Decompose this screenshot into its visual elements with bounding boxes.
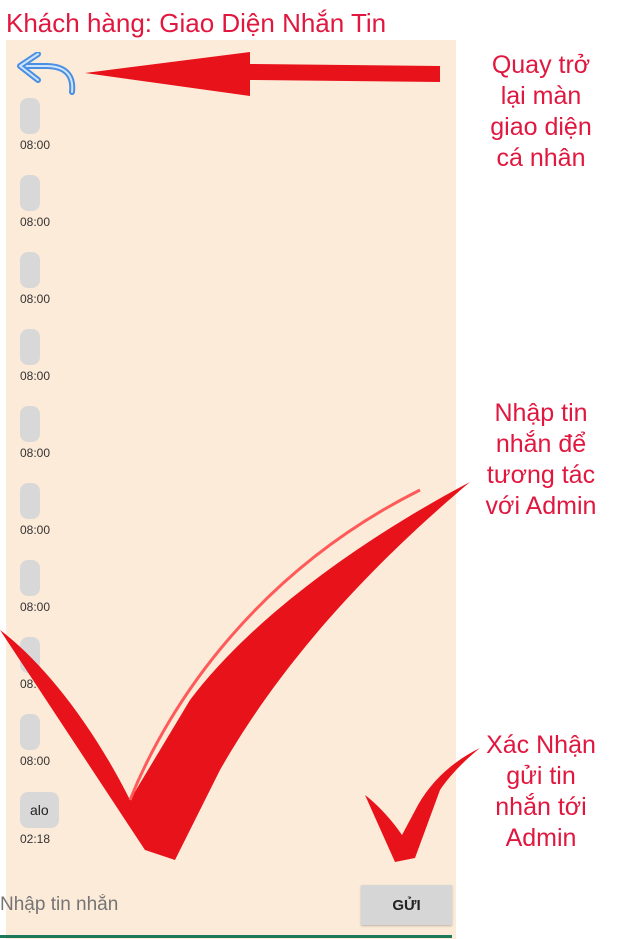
- arrow-to-send-button: [365, 748, 480, 862]
- arrow-to-message-input: [0, 482, 470, 860]
- annotation-input: Nhập tin nhắn để tương tác với Admin: [485, 399, 597, 520]
- arrow-to-back-button: [85, 52, 440, 96]
- annotation-send: Xác Nhận gửi tin nhắn tới Admin: [486, 731, 596, 852]
- back-arrow-icon[interactable]: [12, 51, 80, 98]
- annotation-title: Khách hàng: Giao Diện Nhắn Tin: [6, 8, 387, 38]
- annotation-back: Quay trở lại màn giao diện cá nhân: [490, 51, 592, 172]
